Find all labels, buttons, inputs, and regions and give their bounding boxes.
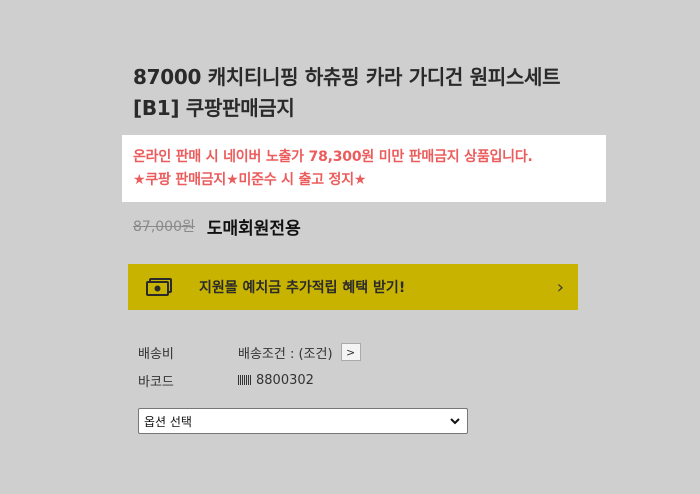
money-icon [146, 278, 172, 296]
shipping-details-button[interactable]: > [340, 343, 361, 361]
barcode-label: 바코드 [138, 374, 174, 390]
sales-notice-box: 온라인 판매 시 네이버 노출가 78,300원 미만 판매금지 상품입니다. … [122, 135, 606, 202]
sales-notice-line2: ★쿠팡 판매금지★미준수 시 출고 정지★ [133, 172, 367, 188]
barcode-value: 8800302 [256, 372, 314, 388]
product-title-line2: [B1] 쿠팡판매금지 [133, 96, 295, 120]
sales-notice-line1: 온라인 판매 시 네이버 노출가 78,300원 미만 판매금지 상품입니다. [133, 149, 533, 165]
deposit-reward-text: 지원몰 예치금 추가적립 혜택 받기! [199, 280, 406, 296]
chevron-right-icon: › [556, 277, 564, 298]
product-title-line1: 87000 캐치티니핑 하츄핑 카라 가디건 원피스세트 [133, 65, 561, 89]
barcode-icon [238, 375, 251, 385]
price-row: 87,000원 도매회원전용 [133, 214, 301, 239]
shipping-row: 배송비 배송조건 : (조건) > [138, 342, 361, 362]
original-price: 87,000원 [133, 219, 195, 235]
option-select-value: 옵션 선택 [144, 414, 192, 429]
product-title: 87000 캐치티니핑 하츄핑 카라 가디건 원피스세트 [B1] 쿠팡판매금지 [133, 62, 603, 124]
chevron-down-icon [450, 418, 460, 425]
shipping-value: 배송조건 : (조건) [238, 346, 333, 362]
deposit-reward-banner[interactable]: 지원몰 예치금 추가적립 혜택 받기! › [128, 264, 578, 310]
member-price: 도매회원전용 [206, 218, 301, 239]
shipping-label: 배송비 [138, 346, 174, 362]
option-select[interactable]: 옵션 선택 [138, 408, 468, 434]
barcode-row: 바코드 8800302 [138, 370, 314, 390]
